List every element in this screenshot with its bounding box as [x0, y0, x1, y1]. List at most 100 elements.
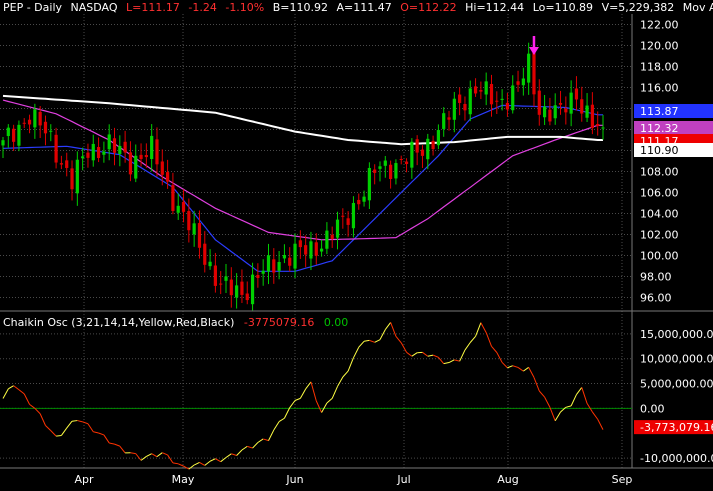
x-axis: AprMayJunJulAugSep — [74, 473, 632, 486]
osc-segment — [353, 347, 358, 358]
osc-segment — [136, 454, 141, 461]
candle-down — [580, 99, 583, 113]
osc-segment — [502, 362, 507, 367]
osc-segment — [40, 414, 45, 426]
osc-segment — [470, 336, 475, 342]
low-price: Lo=110.89 — [533, 1, 593, 14]
osc-segment — [338, 377, 343, 386]
osc-segment — [30, 404, 35, 408]
osc-segment — [412, 353, 417, 357]
osc-segment — [221, 457, 226, 461]
price-tick-label: 122.00 — [640, 19, 679, 32]
osc-segment — [422, 352, 427, 356]
candle-up — [570, 93, 573, 114]
candle-down — [495, 101, 498, 102]
osc-segment — [545, 397, 550, 407]
price-tick-label: 96.00 — [640, 292, 672, 305]
osc-segment — [534, 377, 539, 391]
osc-segment — [24, 394, 29, 405]
candle-up — [501, 99, 504, 100]
stock-chart[interactable]: 122.00120.00118.00116.00114.00112.00110.… — [0, 0, 713, 487]
osc-segment — [109, 443, 114, 444]
candle-up — [1, 140, 4, 145]
candle-up — [208, 262, 211, 266]
osc-segment — [454, 360, 459, 361]
osc-segment — [237, 450, 242, 455]
osc-segment — [375, 340, 380, 343]
candle-down — [474, 86, 477, 93]
osc-segment — [242, 446, 247, 450]
ma-line-blue — [3, 105, 603, 271]
osc-segment — [67, 421, 72, 428]
price-change-pct: -1.10% — [225, 1, 264, 14]
candle-down — [315, 242, 318, 255]
candle-up — [267, 255, 270, 271]
osc-segment — [61, 428, 66, 435]
candle-down — [516, 81, 519, 85]
osc-segment — [369, 340, 374, 342]
candle-down — [171, 185, 174, 211]
candle-down — [447, 117, 450, 119]
candle-up — [352, 203, 355, 228]
month-label: Apr — [74, 473, 94, 486]
month-label: Sep — [612, 473, 633, 486]
candle-up — [177, 206, 180, 213]
candle-down — [357, 200, 360, 204]
osc-segment — [497, 353, 502, 363]
candle-up — [442, 113, 445, 129]
osc-segment — [226, 454, 231, 458]
candle-up — [235, 285, 238, 297]
osc-segment — [253, 443, 258, 449]
candle-up — [92, 144, 95, 160]
osc-tick-label: 0.00 — [640, 402, 665, 415]
osc-segment — [279, 418, 284, 421]
indicator-signal: 0.00 — [324, 316, 349, 329]
candle-up — [384, 161, 387, 166]
osc-segment — [396, 336, 401, 342]
osc-segment — [263, 439, 268, 441]
candle-down — [299, 240, 302, 247]
osc-tick-label: 10,000,000.00 — [640, 353, 713, 366]
candle-down — [373, 170, 376, 173]
osc-segment — [295, 398, 300, 400]
osc-segment — [550, 407, 555, 421]
osc-segment — [210, 459, 215, 462]
ma-line-magenta — [3, 100, 603, 240]
candle-down — [405, 162, 408, 164]
high-price: Hi=112.44 — [465, 1, 524, 14]
candle-up — [527, 54, 530, 83]
price-tag-label: 112.32 — [640, 122, 679, 135]
candle-down — [97, 147, 100, 158]
osc-segment — [582, 387, 587, 403]
candle-down — [139, 155, 142, 159]
osc-segment — [311, 382, 316, 401]
osc-segment — [8, 386, 13, 389]
candle-down — [182, 202, 185, 212]
osc-segment — [56, 435, 61, 436]
osc-segment — [486, 333, 491, 347]
candle-down — [166, 172, 169, 182]
price-tick-label: 104.00 — [640, 208, 679, 221]
osc-segment — [523, 367, 528, 371]
candle-up — [394, 163, 397, 178]
month-label: Jul — [396, 473, 410, 486]
candle-down — [458, 95, 461, 103]
exchange-label: NASDAQ — [71, 1, 118, 14]
chart-canvas[interactable]: 122.00120.00118.00116.00114.00112.00110.… — [0, 0, 713, 487]
osc-tag-label: -3,773,079.16 — [640, 421, 713, 434]
osc-segment — [173, 463, 178, 464]
osc-segment — [592, 412, 597, 419]
price-tick-label: 102.00 — [640, 229, 679, 242]
candlesticks — [1, 41, 604, 310]
osc-segment — [157, 453, 162, 457]
symbol-label: PEP - Daily — [3, 1, 63, 14]
price-tick-label: 116.00 — [640, 82, 679, 95]
indicator-header: Chaikin Osc (3,21,14,14,Yellow,Red,Black… — [3, 316, 348, 329]
candle-up — [224, 276, 227, 280]
osc-segment — [348, 358, 353, 371]
candle-up — [81, 156, 84, 158]
candle-down — [240, 282, 243, 295]
osc-segment — [274, 422, 279, 430]
candle-down — [246, 294, 249, 301]
candle-up — [262, 271, 265, 274]
